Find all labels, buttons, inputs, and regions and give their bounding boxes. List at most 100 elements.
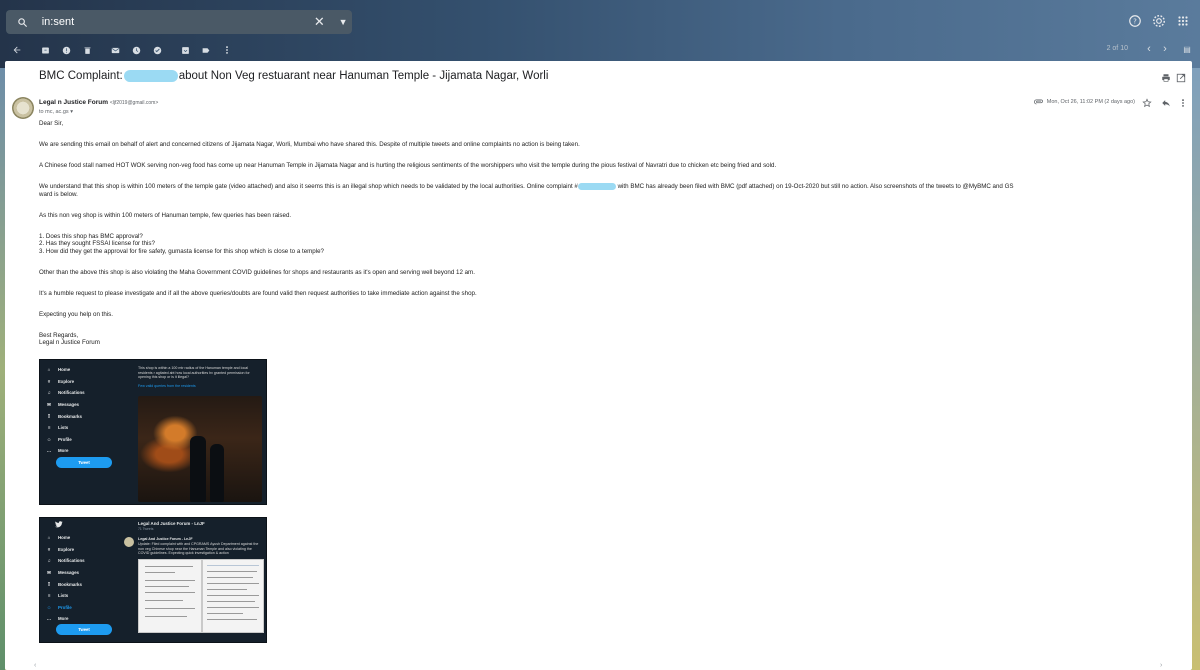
date-line: Mon, Oct 26, 11:02 PM (2 days ago) [1033, 98, 1135, 105]
svg-text:?: ? [1133, 18, 1137, 26]
tweet-queries: Few valid queries from the residents [138, 384, 196, 388]
person-icon: ☺ [46, 436, 52, 442]
tweet-avatar [124, 537, 134, 547]
signature: Legal n Justice Forum [39, 339, 100, 347]
profile-tweet-count: 71 Tweets [138, 527, 154, 531]
help-icon[interactable]: ? [1126, 12, 1144, 30]
sender-email: <ljf2019@gmail.com> [109, 100, 159, 106]
more-circle-icon: … [46, 448, 52, 454]
home-icon: ⌂ [47, 367, 51, 373]
email-body: Dear Sir, We are sending this email on b… [39, 120, 1179, 347]
archive-icon[interactable] [38, 43, 52, 57]
star-icon[interactable] [1141, 97, 1152, 108]
query-item: 2. Has they sought FSSAI license for thi… [39, 240, 155, 248]
complaint-document-image [138, 559, 202, 633]
nav-more: … More [46, 616, 69, 622]
search-options-icon[interactable]: ▼ [334, 13, 352, 31]
envelope-icon: ✉ [47, 401, 51, 407]
bell-icon: ♫ [47, 558, 51, 564]
hashtag-icon: # [47, 378, 51, 384]
nav-explore: # Explore [47, 546, 75, 552]
tweet-author: Legal And Justice Forum - LnJF [138, 537, 193, 541]
complaint-document-image [202, 559, 264, 633]
search-input[interactable] [39, 15, 311, 29]
hashtag-icon: # [47, 546, 51, 552]
label-icon[interactable] [199, 43, 213, 57]
nav-explore: # Explore [47, 378, 75, 384]
bookmark-icon: ▯ [47, 581, 51, 587]
list-icon: ≡ [47, 425, 51, 431]
tweet-photo [138, 396, 262, 502]
recipients-line[interactable]: to mc, ac.gs ▾ [39, 109, 73, 115]
nav-notifications: ♫ Notifications [47, 390, 85, 396]
body-paragraph: As this non veg shop is within 100 meter… [39, 211, 292, 219]
snooze-clock-icon[interactable] [129, 43, 143, 57]
more-actions-icon[interactable] [220, 43, 234, 57]
more-options-icon[interactable] [1177, 97, 1188, 108]
nav-messages: ✉ Messages [47, 569, 79, 576]
nav-bookmarks: ▯ Bookmarks [47, 581, 82, 587]
home-icon: ⌂ [47, 535, 51, 541]
sender-line: Legal n Justice Forum <ljf2019@gmail.com… [39, 99, 158, 106]
bell-icon: ♫ [47, 390, 51, 396]
pagination-counter: 2 of 10 [1106, 45, 1128, 52]
bookmark-icon: ▯ [47, 413, 51, 419]
reply-icon[interactable] [1160, 97, 1171, 108]
photo-figure [190, 436, 206, 502]
nav-profile-active: ☺ Profile [46, 604, 72, 610]
paragraph-text: with BMC has already been filed with BMC… [617, 183, 1014, 191]
tweet-text: This shop is within a 100 mtr radius of … [138, 366, 250, 380]
body-paragraph: We understand that this shop is within 1… [39, 183, 1179, 191]
delete-icon[interactable] [80, 43, 94, 57]
query-item: 1. Does this shop has BMC approval? [39, 232, 143, 240]
body-paragraph: ward is below. [39, 190, 78, 198]
tweet-screenshot-1[interactable]: ⌂ Home # Explore ♫ Notifications ✉ Messages … [39, 359, 267, 505]
input-tools-icon[interactable]: ▤ [1180, 42, 1194, 56]
email-subject: BMC Complaint: about Non Veg restuarant … [39, 70, 548, 82]
open-new-window-icon[interactable] [1175, 72, 1187, 84]
query-item: 3. How did they get the approval for fir… [39, 247, 324, 255]
scroll-right-icon[interactable]: › [1160, 662, 1168, 670]
tweet-button: Tweet [56, 457, 112, 468]
tweet-screenshot-2[interactable]: ⌂ Home # Explore ♫ Notifications ✉ Messages … [39, 517, 267, 643]
sender-name: Legal n Justice Forum [39, 99, 108, 106]
older-chevron-icon[interactable]: › [1158, 42, 1172, 56]
subject-prefix: BMC Complaint: [39, 70, 123, 82]
photo-figure [210, 444, 224, 502]
newer-chevron-icon[interactable]: ‹ [1142, 42, 1156, 56]
wallpaper-right-edge [1192, 68, 1200, 670]
nav-lists: ≡ Lists [47, 425, 69, 431]
apps-grid-icon[interactable] [1174, 12, 1192, 30]
body-paragraph: Other than the above this shop is also v… [39, 268, 475, 276]
tweet-text: Update: Filed complaint with and CPGRAMS… [138, 542, 259, 556]
body-paragraph: We are sending this email on behalf of a… [39, 141, 580, 148]
recipients-text: to mc, ac.gs [39, 109, 69, 115]
settings-gear-icon[interactable] [1150, 12, 1168, 30]
print-icon[interactable] [1160, 72, 1172, 84]
nav-more: … More [46, 448, 69, 454]
back-arrow-icon[interactable] [10, 43, 24, 57]
nav-lists: ≡ Lists [47, 593, 69, 599]
report-spam-icon[interactable] [59, 43, 73, 57]
email-date: Mon, Oct 26, 11:02 PM (2 days ago) [1046, 98, 1135, 105]
sender-avatar[interactable] [12, 97, 34, 119]
email-message-pane: BMC Complaint: about Non Veg restuarant … [5, 61, 1192, 670]
search-bar[interactable]: ✕ ▼ [6, 10, 352, 34]
clear-search-icon[interactable]: ✕ [310, 13, 328, 31]
move-to-icon[interactable] [178, 43, 192, 57]
scroll-left-icon[interactable]: ‹ [34, 662, 42, 670]
nav-home: ⌂ Home [47, 367, 71, 373]
search-icon[interactable] [12, 11, 34, 33]
nav-messages: ✉ Messages [47, 401, 79, 408]
closing: Best Regards, [39, 331, 79, 339]
tweet-button: Tweet [56, 624, 112, 635]
envelope-icon: ✉ [47, 569, 51, 575]
twitter-bird-icon [55, 521, 63, 528]
nav-profile: ☺ Profile [46, 436, 72, 442]
mark-unread-icon[interactable] [108, 43, 122, 57]
greeting: Dear Sir, [39, 120, 64, 127]
show-details-chevron-icon[interactable]: ▾ [70, 109, 73, 115]
profile-name: Legal And Justice Forum - LnJF [138, 521, 205, 526]
add-to-tasks-icon[interactable] [150, 43, 164, 57]
body-paragraph: Expecting you help on this. [39, 310, 113, 318]
